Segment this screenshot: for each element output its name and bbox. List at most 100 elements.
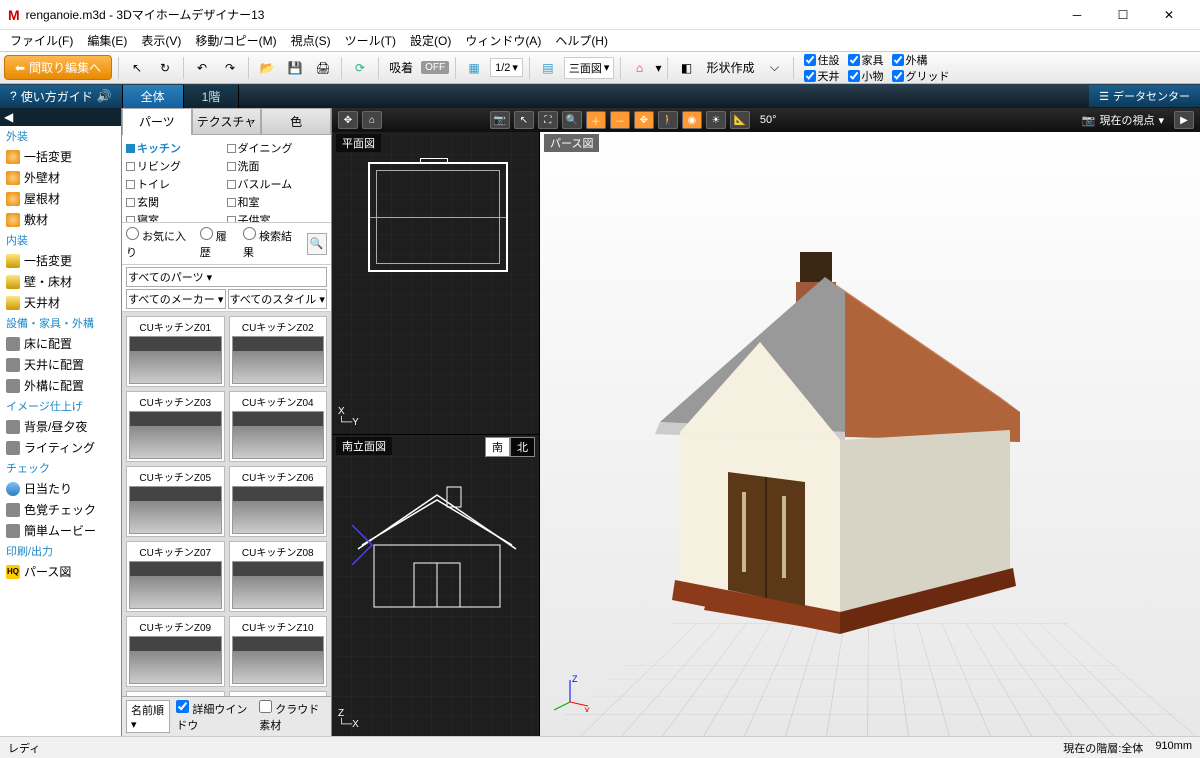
menu-設定(O)[interactable]: 設定(O) (404, 30, 457, 51)
nav-ライティング[interactable]: ライティング (0, 437, 121, 458)
nav-一括変更[interactable]: 一括変更 (0, 146, 121, 167)
fav-radio[interactable]: お気に入り (126, 227, 192, 260)
nav-一括変更[interactable]: 一括変更 (0, 250, 121, 271)
nav-床に配置[interactable]: 床に配置 (0, 333, 121, 354)
cat-玄関[interactable]: 玄関 (126, 193, 227, 211)
walk-icon[interactable]: 🚶 (658, 111, 678, 129)
scale-dropdown[interactable]: 1/2 ▾ (490, 58, 523, 77)
zoom-in-icon[interactable]: ＋ (586, 111, 606, 129)
style-select[interactable]: すべてのスタイル ▾ (228, 289, 328, 309)
south-button[interactable]: 南 (485, 437, 510, 457)
part-item[interactable]: CUキッチンZ06 (229, 466, 328, 537)
rotate-tool-icon[interactable]: ↻ (153, 56, 177, 80)
collapse-right-icon[interactable]: ▶ (1174, 111, 1194, 129)
current-viewpoint-button[interactable]: 📷 現在の視点 ▾ (1076, 112, 1170, 128)
maker-select[interactable]: すべてのメーカー ▾ (126, 289, 226, 309)
cat-トイレ[interactable]: トイレ (126, 175, 227, 193)
refresh-icon[interactable]: ⟳ (348, 56, 372, 80)
part-item[interactable]: CUキッチンZ10 (229, 616, 328, 687)
zoom-area-icon[interactable]: 🔍 (562, 111, 582, 129)
menu-ウィンドウ(A)[interactable]: ウィンドウ(A) (459, 30, 547, 51)
view-tool-2-icon[interactable]: ⌂ (362, 111, 382, 129)
plan-view[interactable]: 平面図 X└─Y (332, 132, 539, 435)
pointer-tool-icon[interactable]: ↖ (125, 56, 149, 80)
view-tool-1-icon[interactable]: ✥ (338, 111, 358, 129)
check-住設[interactable]: 住設 (804, 52, 840, 68)
north-button[interactable]: 北 (510, 437, 535, 457)
nav-外構に配置[interactable]: 外構に配置 (0, 375, 121, 396)
part-item[interactable]: CUキッチンZ09 (126, 616, 225, 687)
menu-編集(E)[interactable]: 編集(E) (81, 30, 133, 51)
select-icon[interactable]: ↖ (514, 111, 534, 129)
cat-ダイニング[interactable]: ダイニング (227, 139, 328, 157)
viewmode-dropdown[interactable]: 三面図 ▾ (564, 57, 615, 79)
back-to-floorplan-button[interactable]: ⬅ 間取り編集へ (4, 55, 112, 80)
menu-表示(V)[interactable]: 表示(V) (135, 30, 187, 51)
part-item[interactable]: CUキッチンZ03 (126, 391, 225, 462)
perspective-view[interactable]: パース図 (540, 132, 1200, 736)
floor-tab-全体[interactable]: 全体 (123, 85, 184, 108)
minimize-button[interactable]: ─ (1054, 1, 1100, 29)
check-外構[interactable]: 外構 (892, 52, 950, 68)
menu-ファイル(F)[interactable]: ファイル(F) (4, 30, 79, 51)
nav-天井材[interactable]: 天井材 (0, 292, 121, 313)
parts-tab-テクスチャ[interactable]: テクスチャ (192, 108, 262, 135)
nav-壁・床材[interactable]: 壁・床材 (0, 271, 121, 292)
undo-icon[interactable]: ↶ (190, 56, 214, 80)
menu-視点(S)[interactable]: 視点(S) (285, 30, 337, 51)
detail-check[interactable]: 詳細ウインドウ (176, 700, 253, 733)
extra-icon[interactable]: ⌵ (763, 56, 787, 80)
shape-label[interactable]: 形状作成 (702, 59, 758, 76)
cat-バスルーム[interactable]: バスルーム (227, 175, 328, 193)
orbit-icon[interactable]: ◉ (682, 111, 702, 129)
nav-日当たり[interactable]: 日当たり (0, 478, 121, 499)
nav-敷材[interactable]: 敷材 (0, 209, 121, 230)
nav-パース図[interactable]: HQパース図 (0, 561, 121, 582)
close-button[interactable]: ✕ (1146, 1, 1192, 29)
direction-toggle[interactable]: 南 北 (485, 437, 535, 457)
parts-tab-パーツ[interactable]: パーツ (122, 108, 192, 135)
history-radio[interactable]: 履歴 (200, 227, 235, 260)
collapse-left-icon[interactable]: ◀ (0, 108, 121, 126)
cat-子供室[interactable]: 子供室 (227, 211, 328, 223)
grid-icon[interactable]: ▦ (462, 56, 486, 80)
angle-icon[interactable]: 📐 (730, 111, 750, 129)
sort-select[interactable]: 名前順 ▾ (126, 700, 170, 733)
light-icon[interactable]: ☀ (706, 111, 726, 129)
part-item[interactable]: CUキッチンZ05 (126, 466, 225, 537)
zoom-out-icon[interactable]: － (610, 111, 630, 129)
cloud-check[interactable]: クラウド素材 (259, 700, 327, 733)
part-item[interactable]: CUキッチンZ02 (229, 316, 328, 387)
floor-tab-1階[interactable]: 1階 (184, 85, 240, 108)
pan-icon[interactable]: ✥ (634, 111, 654, 129)
check-天井[interactable]: 天井 (804, 68, 840, 84)
viewmode-icon[interactable]: ▤ (536, 56, 560, 80)
cat-寝室[interactable]: 寝室 (126, 211, 227, 223)
elevation-view[interactable]: 南立面図 南 北 (332, 435, 539, 737)
search-icon[interactable]: 🔍 (307, 233, 328, 255)
camera-mode-icon[interactable]: 📷 (490, 111, 510, 129)
check-小物[interactable]: 小物 (848, 68, 884, 84)
nav-外壁材[interactable]: 外壁材 (0, 167, 121, 188)
menu-移動/コピー(M)[interactable]: 移動/コピー(M) (189, 30, 282, 51)
results-radio[interactable]: 検索結果 (243, 227, 299, 260)
nav-屋根材[interactable]: 屋根材 (0, 188, 121, 209)
nav-背景/昼夕夜[interactable]: 背景/昼夕夜 (0, 416, 121, 437)
cat-和室[interactable]: 和室 (227, 193, 328, 211)
print-icon[interactable]: 🖨 (311, 56, 335, 80)
cat-洗面[interactable]: 洗面 (227, 157, 328, 175)
cat-キッチン[interactable]: キッチン (126, 139, 227, 157)
house-icon[interactable]: ⌂ (627, 56, 651, 80)
menu-ツール(T)[interactable]: ツール(T) (339, 30, 402, 51)
fit-icon[interactable]: ⛶ (538, 111, 558, 129)
part-item[interactable]: CUキッチンZ07 (126, 541, 225, 612)
part-item[interactable]: CUキッチンZ01 (126, 316, 225, 387)
open-icon[interactable]: 📂 (255, 56, 279, 80)
parts-tab-色[interactable]: 色 (261, 108, 331, 135)
datacenter-button[interactable]: ☰ データセンター (1089, 85, 1200, 107)
snap-toggle[interactable]: OFF (421, 61, 449, 74)
nav-色覚チェック[interactable]: 色覚チェック (0, 499, 121, 520)
maximize-button[interactable]: ☐ (1100, 1, 1146, 29)
check-家具[interactable]: 家具 (848, 52, 884, 68)
nav-簡単ムービー[interactable]: 簡単ムービー (0, 520, 121, 541)
